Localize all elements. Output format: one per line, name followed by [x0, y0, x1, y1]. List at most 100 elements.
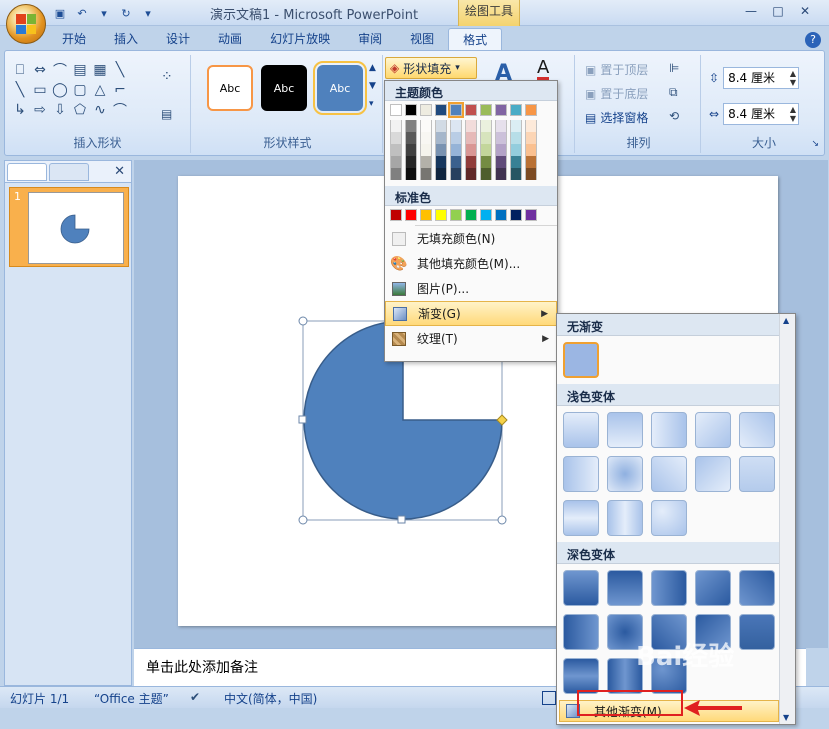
- scroll-down-icon[interactable]: ▼: [783, 713, 789, 722]
- size-dialog-launcher-icon[interactable]: ↘: [811, 139, 819, 149]
- dark-gradient-swatch[interactable]: [651, 570, 687, 606]
- redo-icon[interactable]: ↻: [118, 5, 134, 21]
- shade-swatch[interactable]: [495, 168, 507, 180]
- theme-color-swatch[interactable]: [390, 104, 402, 116]
- theme-color-swatch[interactable]: [495, 104, 507, 116]
- shade-swatch[interactable]: [420, 168, 432, 180]
- shade-swatch[interactable]: [435, 144, 447, 156]
- shade-swatch[interactable]: [510, 120, 522, 132]
- shade-swatch[interactable]: [405, 156, 417, 168]
- texture-fill-item[interactable]: 纹理(T) ▶: [385, 326, 557, 351]
- light-gradient-swatch[interactable]: [651, 456, 687, 492]
- office-button[interactable]: [6, 4, 46, 44]
- shapes-gallery[interactable]: ⎕ ⇔ ⌒ ▤ ▦ ╲ ╲ ▭ ◯ ▢ △ ⌐ ↳ ⇨ ⇩ ⬠ ∿ ⌒: [11, 61, 131, 119]
- no-gradient-swatch[interactable]: [563, 342, 599, 378]
- no-fill-item[interactable]: 无填充颜色(N): [385, 226, 557, 251]
- group-icon[interactable]: ⧉: [669, 85, 678, 100]
- bring-to-front-button[interactable]: ▣ 置于顶层: [585, 61, 648, 78]
- shade-swatch[interactable]: [525, 156, 537, 168]
- tab-design[interactable]: 设计: [152, 28, 204, 50]
- style-sample-orange[interactable]: Abc: [207, 65, 253, 111]
- down-arrow-shape-icon[interactable]: ⇩: [51, 101, 69, 119]
- shade-swatch[interactable]: [390, 132, 402, 144]
- style-sample-black[interactable]: Abc: [261, 65, 307, 111]
- slide-thumbnail[interactable]: 1: [9, 187, 129, 267]
- text-fill-icon[interactable]: A: [537, 59, 550, 80]
- shade-swatch[interactable]: [480, 120, 492, 132]
- light-gradient-swatch[interactable]: [563, 500, 599, 536]
- shade-swatch[interactable]: [450, 168, 462, 180]
- theme-color-swatch[interactable]: [465, 104, 477, 116]
- shade-swatch[interactable]: [525, 168, 537, 180]
- spell-check-icon[interactable]: ✔: [190, 690, 200, 704]
- shape-fill-button[interactable]: ◈ 形状填充 ▾: [385, 57, 477, 79]
- tab-slideshow[interactable]: 幻灯片放映: [256, 28, 344, 50]
- standard-color-swatch[interactable]: [480, 209, 492, 221]
- tab-format[interactable]: 格式: [448, 28, 503, 50]
- shade-swatch[interactable]: [465, 168, 477, 180]
- shade-swatch[interactable]: [405, 144, 417, 156]
- theme-color-swatch[interactable]: [510, 104, 522, 116]
- vertical-textbox-icon[interactable]: ▤: [71, 61, 89, 79]
- align-icon[interactable]: ⊫: [669, 61, 679, 75]
- standard-color-swatch[interactable]: [420, 209, 432, 221]
- send-to-back-button[interactable]: ▣ 置于底层: [585, 85, 648, 102]
- light-gradient-swatch[interactable]: [739, 412, 775, 448]
- shade-swatch[interactable]: [495, 156, 507, 168]
- light-gradient-swatch[interactable]: [739, 456, 775, 492]
- shade-swatch[interactable]: [435, 168, 447, 180]
- shade-swatch[interactable]: [495, 132, 507, 144]
- standard-color-swatch[interactable]: [525, 209, 537, 221]
- gradient-fill-item[interactable]: 渐变(G) ▶: [385, 301, 557, 326]
- elbow-connector-icon[interactable]: ⌐: [111, 81, 129, 99]
- dark-gradient-swatch[interactable]: [739, 570, 775, 606]
- width-input[interactable]: 8.4 厘米 ▲ ▼: [723, 103, 800, 125]
- shade-swatch[interactable]: [390, 168, 402, 180]
- textbox-shape-icon[interactable]: ⎕: [11, 61, 29, 79]
- shade-swatch[interactable]: [420, 120, 432, 132]
- tab-animations[interactable]: 动画: [204, 28, 256, 50]
- shade-swatch[interactable]: [390, 144, 402, 156]
- style-sample-blue[interactable]: Abc: [313, 61, 367, 115]
- curve-shape-icon[interactable]: ⌒: [111, 101, 129, 119]
- save-icon[interactable]: ▣: [52, 5, 68, 21]
- oval-shape-icon[interactable]: ◯: [51, 81, 69, 99]
- spinner-icon[interactable]: ▲ ▼: [790, 105, 796, 123]
- light-gradient-swatch[interactable]: [563, 412, 599, 448]
- selection-pane-button[interactable]: ▤ 选择窗格: [585, 109, 648, 126]
- textbox-icon[interactable]: ▦: [91, 61, 109, 79]
- theme-color-swatch[interactable]: [435, 104, 447, 116]
- shade-swatch[interactable]: [390, 156, 402, 168]
- textbox-insert-icon[interactable]: ▤: [161, 107, 172, 121]
- shade-swatch[interactable]: [435, 156, 447, 168]
- shade-swatch[interactable]: [420, 144, 432, 156]
- shade-swatch[interactable]: [525, 144, 537, 156]
- close-icon[interactable]: ✕: [114, 164, 125, 179]
- shade-swatch[interactable]: [465, 144, 477, 156]
- light-gradient-swatch[interactable]: [651, 412, 687, 448]
- tab-insert[interactable]: 插入: [100, 28, 152, 50]
- tab-outline[interactable]: [49, 162, 89, 181]
- shade-swatch[interactable]: [435, 120, 447, 132]
- shade-swatch[interactable]: [480, 156, 492, 168]
- customize-qat-icon[interactable]: ▾: [140, 5, 156, 21]
- shade-swatch[interactable]: [480, 168, 492, 180]
- standard-color-swatch[interactable]: [405, 209, 417, 221]
- shade-swatch[interactable]: [420, 132, 432, 144]
- triangle-shape-icon[interactable]: △: [91, 81, 109, 99]
- tab-review[interactable]: 审阅: [344, 28, 396, 50]
- maximize-button[interactable]: □: [766, 2, 790, 20]
- right-arrow-shape-icon[interactable]: ⇨: [31, 101, 49, 119]
- rectangle-shape-icon[interactable]: ▭: [31, 81, 49, 99]
- shade-swatch[interactable]: [450, 144, 462, 156]
- standard-color-swatch[interactable]: [495, 209, 507, 221]
- help-icon[interactable]: ?: [805, 32, 821, 48]
- scroll-up-icon[interactable]: ▲: [783, 316, 789, 325]
- shade-swatch[interactable]: [450, 120, 462, 132]
- arc-shape-icon[interactable]: ⌒: [51, 61, 69, 79]
- shade-swatch[interactable]: [465, 156, 477, 168]
- close-button[interactable]: ✕: [793, 2, 817, 20]
- normal-view-icon[interactable]: [542, 691, 556, 705]
- dark-gradient-swatch[interactable]: [563, 570, 599, 606]
- shade-swatch[interactable]: [420, 156, 432, 168]
